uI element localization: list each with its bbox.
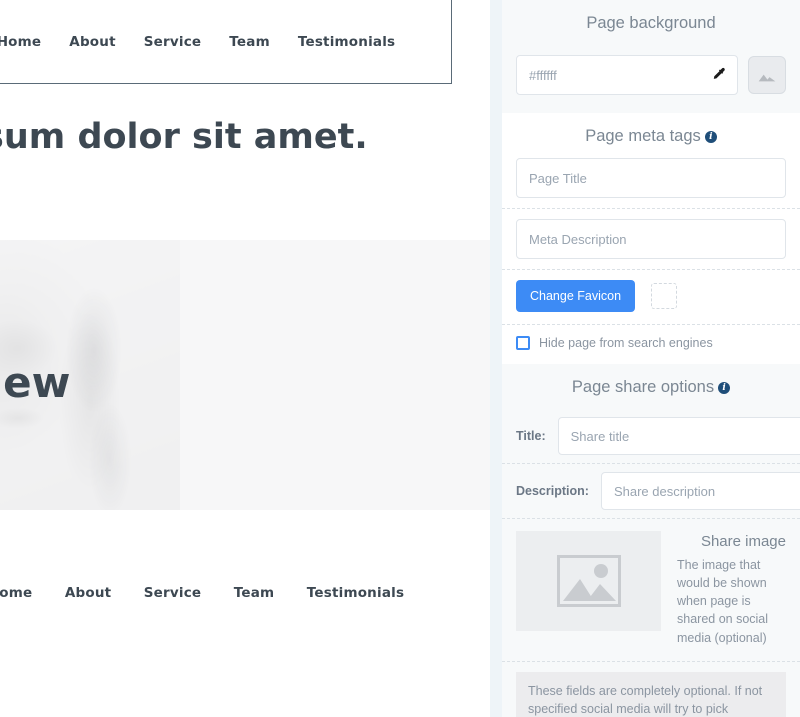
background-color-input[interactable] [516, 55, 738, 95]
background-image-button[interactable] [748, 56, 786, 94]
meta-description-field-wrap [502, 208, 800, 269]
share-image-text: Share image The image that would be show… [677, 531, 786, 647]
page-meta-tags-title: Page meta tags i [502, 113, 800, 158]
preview-footer-navigation-block[interactable]: Home About Service Team Testimonials [0, 560, 452, 626]
hide-page-row: Hide page from search engines [502, 324, 800, 364]
footer-nav-link-about[interactable]: About [51, 585, 125, 601]
top-nav-links: Home About Service Team Testimonials [0, 34, 409, 50]
hero-headline[interactable]: Lorem ipsum dolor sit amet. [0, 116, 490, 158]
change-favicon-button[interactable]: Change Favicon [516, 280, 636, 312]
info-icon[interactable]: i [704, 131, 717, 143]
page-background-title-text: Page background [586, 14, 716, 32]
page-background-controls [502, 45, 800, 113]
share-image-heading: Share image [700, 533, 786, 550]
nav-link-testimonials[interactable]: Testimonials [284, 34, 409, 50]
share-title-label: Title: [516, 429, 546, 443]
page-title-input[interactable] [516, 158, 786, 198]
share-description-row: Description: [502, 463, 800, 518]
image-placeholder-icon [556, 555, 621, 607]
share-image-description: The image that would be shown when page … [677, 558, 769, 645]
footer-nav-link-service[interactable]: Service [130, 585, 216, 601]
share-note-wrap: These fields are completely optional. If… [502, 660, 800, 717]
image-icon [758, 74, 776, 81]
footer-nav-link-team[interactable]: Team [220, 585, 289, 601]
nav-link-about[interactable]: About [55, 34, 129, 50]
page-share-options-title-text: Page share options [571, 378, 715, 396]
hero-image-band[interactable] [0, 240, 490, 510]
website-preview-canvas[interactable]: Home About Service Team Testimonials Lor… [0, 0, 490, 717]
hero-overlay-word[interactable]: New [0, 358, 70, 407]
share-image-row: Share image The image that would be show… [502, 518, 800, 661]
hide-page-checkbox[interactable] [516, 336, 530, 350]
info-icon[interactable]: i [718, 382, 731, 394]
page-settings-panel[interactable]: Page background Page meta tagsi [502, 0, 800, 717]
share-description-input[interactable] [600, 472, 800, 510]
share-description-label: Description: [516, 484, 589, 498]
favicon-row: Change Favicon [502, 269, 800, 324]
page-share-options-title: Page share options i [502, 364, 800, 409]
nav-link-home[interactable]: Home [0, 34, 55, 50]
share-title-row: Title: [502, 409, 800, 463]
preview-top-navigation-block[interactable]: Home About Service Team Testimonials [0, 0, 452, 84]
hide-page-label[interactable]: Hide page from search engines [539, 336, 713, 350]
background-color-field-wrap [516, 55, 738, 95]
page-meta-tags-title-text: Page meta tags [585, 127, 701, 145]
share-optional-note: These fields are completely optional. If… [516, 671, 786, 717]
nav-link-service[interactable]: Service [130, 34, 216, 50]
share-image-dropzone[interactable] [516, 531, 661, 631]
meta-description-input[interactable] [516, 219, 786, 259]
page-title-field-wrap [502, 158, 800, 208]
page-background-section: Page background [502, 0, 800, 113]
footer-nav-link-testimonials[interactable]: Testimonials [293, 585, 418, 601]
panel-divider [490, 0, 502, 717]
page-background-title: Page background [502, 0, 800, 45]
page-meta-tags-section: Page meta tagsi Change Favicon Hide page… [502, 113, 800, 364]
footer-nav-link-home[interactable]: Home [0, 585, 46, 601]
footer-nav-links: Home About Service Team Testimonials [0, 584, 418, 602]
share-title-input[interactable] [557, 417, 800, 455]
page-share-options-section: Page share optionsi Title: Description: … [502, 364, 800, 717]
nav-link-team[interactable]: Team [215, 34, 284, 50]
favicon-preview-slot[interactable] [651, 283, 678, 309]
